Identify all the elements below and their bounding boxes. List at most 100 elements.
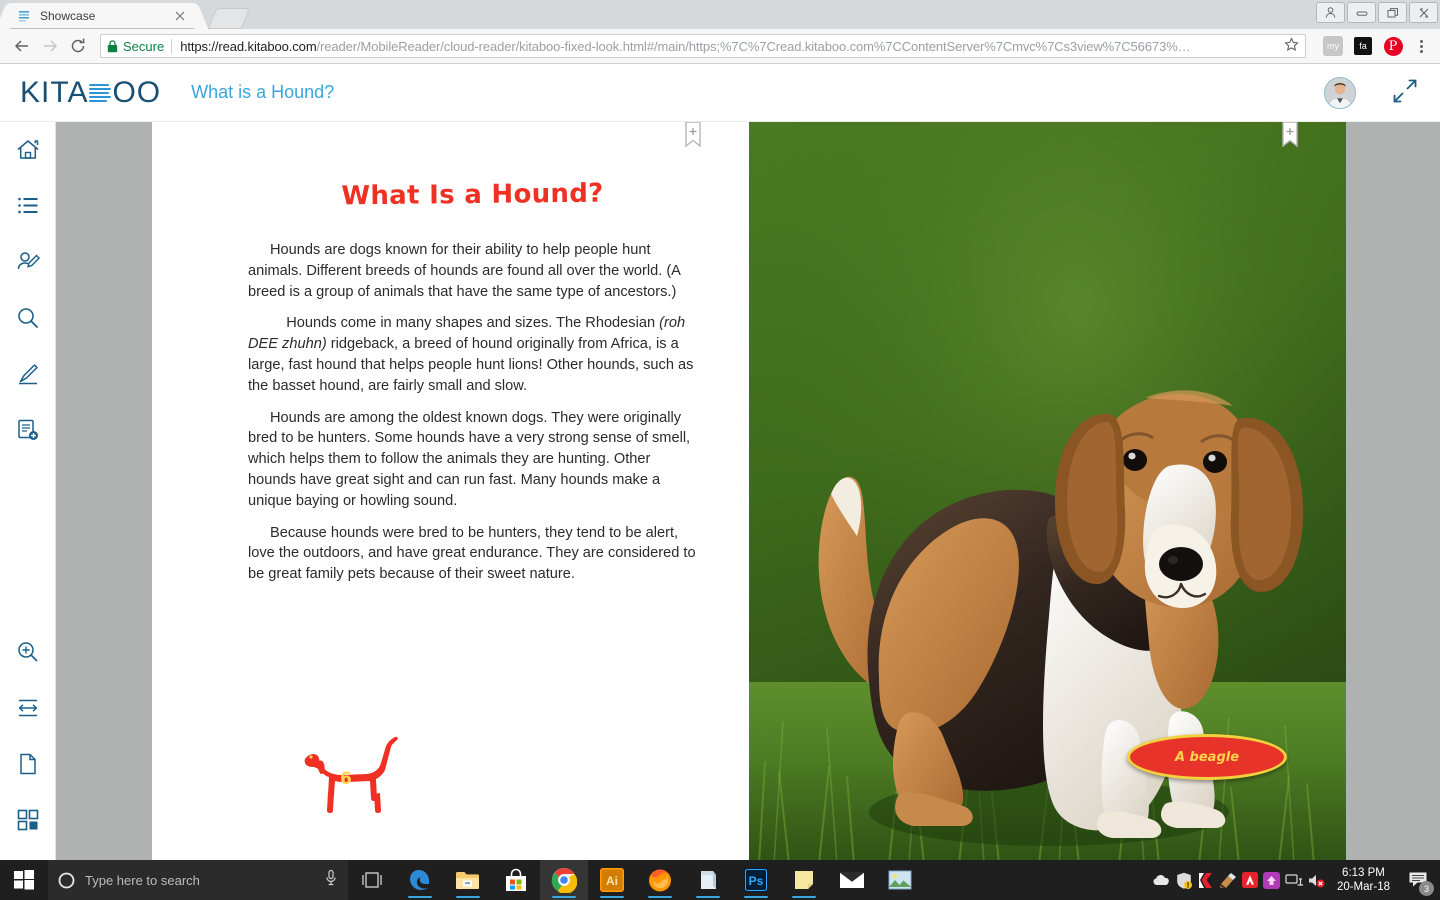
pinterest-label: P bbox=[1384, 37, 1403, 56]
new-tab-button[interactable] bbox=[208, 8, 250, 29]
page-heading: What Is a Hound? bbox=[248, 178, 697, 213]
search-placeholder: Type here to search bbox=[85, 873, 314, 888]
onedrive-icon[interactable] bbox=[1151, 860, 1173, 900]
url-text: https://read.kitaboo.com/reader/MobileRe… bbox=[180, 39, 1278, 54]
sidebar-item-search[interactable] bbox=[0, 290, 56, 346]
action-center-icon[interactable]: 3 bbox=[1400, 860, 1436, 900]
fa-extension-label: fa bbox=[1354, 37, 1372, 55]
restore-button[interactable] bbox=[1378, 2, 1407, 23]
reload-icon[interactable] bbox=[64, 32, 92, 60]
two-page-spread: What Is a Hound? Hounds are dogs known f… bbox=[152, 122, 1346, 864]
paragraph-1: Hounds are dogs known for their ability … bbox=[248, 240, 697, 302]
bookmark-add-icon-right[interactable] bbox=[1281, 122, 1299, 148]
app-running-underline bbox=[408, 896, 432, 898]
omnibox-divider bbox=[171, 39, 172, 54]
taskbar-app-microsoft-store[interactable] bbox=[492, 860, 540, 900]
sidebar-item-zoom-in[interactable] bbox=[0, 624, 56, 680]
sidebar-item-single-page[interactable] bbox=[0, 736, 56, 792]
profile-button[interactable] bbox=[1316, 2, 1345, 23]
my-extension-label: my bbox=[1323, 36, 1343, 56]
tool-sidebar bbox=[0, 122, 56, 864]
network-icon[interactable] bbox=[1283, 860, 1305, 900]
taskbar-app-file-explorer[interactable] bbox=[444, 860, 492, 900]
my-extension-icon[interactable]: my bbox=[1322, 35, 1344, 57]
app-running-underline bbox=[648, 896, 672, 898]
sidebar-item-add-note[interactable] bbox=[0, 402, 56, 458]
photo-caption-badge: A beagle bbox=[1127, 734, 1287, 780]
taskbar-clock[interactable]: 6:13 PM 20-Mar-18 bbox=[1327, 866, 1400, 894]
volume-muted-icon[interactable] bbox=[1305, 860, 1327, 900]
tab-strip: Showcase bbox=[0, 0, 1440, 29]
svg-text:Ps: Ps bbox=[749, 874, 764, 888]
address-bar[interactable]: Secure https://read.kitaboo.com/reader/M… bbox=[100, 34, 1306, 58]
close-button[interactable] bbox=[1409, 2, 1438, 23]
photo-caption-text: A beagle bbox=[1175, 750, 1239, 765]
taskbar-app-mail[interactable] bbox=[828, 860, 876, 900]
taskbar-app-adobe-photoshop[interactable]: Ps bbox=[732, 860, 780, 900]
sidebar-item-thumbnail-grid[interactable] bbox=[0, 792, 56, 848]
kitaboo-book-mark-icon bbox=[89, 84, 111, 102]
taskbar-app-mozilla-firefox[interactable] bbox=[636, 860, 684, 900]
taskbar-app-photos[interactable] bbox=[876, 860, 924, 900]
windows-start-icon[interactable] bbox=[0, 860, 48, 900]
svg-text:Ai: Ai bbox=[606, 874, 618, 888]
sidebar-item-table-of-contents[interactable] bbox=[0, 178, 56, 234]
expand-fullscreen-icon[interactable] bbox=[1392, 78, 1418, 109]
user-avatar[interactable] bbox=[1324, 77, 1356, 109]
minimize-button[interactable] bbox=[1347, 2, 1376, 23]
pinterest-extension-icon[interactable]: P bbox=[1382, 35, 1404, 57]
app-running-underline bbox=[552, 896, 576, 898]
taskbar-app-microsoft-edge[interactable] bbox=[396, 860, 444, 900]
cortana-circle-icon bbox=[58, 872, 75, 889]
taskbar-search-box[interactable]: Type here to search bbox=[48, 860, 348, 900]
secure-badge: Secure bbox=[107, 39, 164, 54]
taskbar-app-onenote[interactable] bbox=[684, 860, 732, 900]
reader-canvas: What Is a Hound? Hounds are dogs known f… bbox=[56, 122, 1440, 864]
forward-arrow-icon bbox=[36, 32, 64, 60]
page-right[interactable]: A beagle bbox=[749, 122, 1346, 864]
page-left[interactable]: What Is a Hound? Hounds are dogs known f… bbox=[152, 122, 749, 864]
tab-title: Showcase bbox=[40, 9, 172, 23]
clock-date: 20-Mar-18 bbox=[1337, 880, 1390, 894]
secure-label: Secure bbox=[123, 39, 164, 54]
paragraph-3: Hounds are among the oldest known dogs. … bbox=[248, 408, 697, 512]
app-running-underline bbox=[744, 896, 768, 898]
document-title: What is a Hound? bbox=[191, 82, 334, 103]
back-arrow-icon[interactable] bbox=[8, 32, 36, 60]
sidebar-item-fit-width[interactable] bbox=[0, 680, 56, 736]
sidebar-item-pen-tool[interactable] bbox=[0, 346, 56, 402]
app-header: KITA OO What is a Hound? bbox=[0, 64, 1440, 122]
dog-silhouette-icon bbox=[302, 732, 412, 817]
bookmark-add-icon-left[interactable] bbox=[684, 122, 702, 148]
microphone-icon[interactable] bbox=[324, 869, 338, 891]
taskbar-app-google-chrome[interactable] bbox=[540, 860, 588, 900]
ccleaner-icon[interactable] bbox=[1217, 860, 1239, 900]
kitaboo-reader-app: KITA OO What is a Hound? bbox=[0, 64, 1440, 864]
sidebar-item-highlights[interactable] bbox=[0, 234, 56, 290]
notification-count-badge: 3 bbox=[1419, 881, 1434, 896]
adobe-icon[interactable] bbox=[1239, 860, 1261, 900]
taskbar-app-sticky-notes[interactable] bbox=[780, 860, 828, 900]
fa-extension-icon[interactable]: fa bbox=[1352, 35, 1374, 57]
app-running-underline bbox=[696, 896, 720, 898]
paragraph-4: Because hounds were bred to be hunters, … bbox=[248, 523, 697, 585]
app-running-underline bbox=[792, 896, 816, 898]
taskbar-app-adobe-illustrator[interactable]: Ai bbox=[588, 860, 636, 900]
browser-tab-showcase[interactable]: Showcase bbox=[8, 3, 196, 29]
task-view-icon[interactable] bbox=[348, 860, 396, 900]
tab-close-icon[interactable] bbox=[172, 8, 188, 24]
paragraph-2: Hounds come in many shapes and sizes. Th… bbox=[248, 313, 697, 396]
windows-defender-icon[interactable] bbox=[1173, 860, 1195, 900]
kitaboo-logo[interactable]: KITA OO bbox=[20, 76, 161, 110]
kitaboo-favicon-icon bbox=[16, 8, 32, 24]
bookmark-star-icon[interactable] bbox=[1284, 37, 1299, 55]
purple-app-icon[interactable] bbox=[1261, 860, 1283, 900]
page-text-block: What Is a Hound? Hounds are dogs known f… bbox=[152, 122, 749, 585]
sidebar-item-home[interactable] bbox=[0, 122, 56, 178]
logo-text-part1: KITA bbox=[20, 76, 88, 110]
chrome-browser-window: Showcase bbox=[0, 0, 1440, 900]
clock-time: 6:13 PM bbox=[1337, 866, 1390, 880]
kaspersky-icon[interactable] bbox=[1195, 860, 1217, 900]
header-actions bbox=[1324, 64, 1418, 122]
three-dot-menu-icon[interactable] bbox=[1410, 40, 1432, 53]
